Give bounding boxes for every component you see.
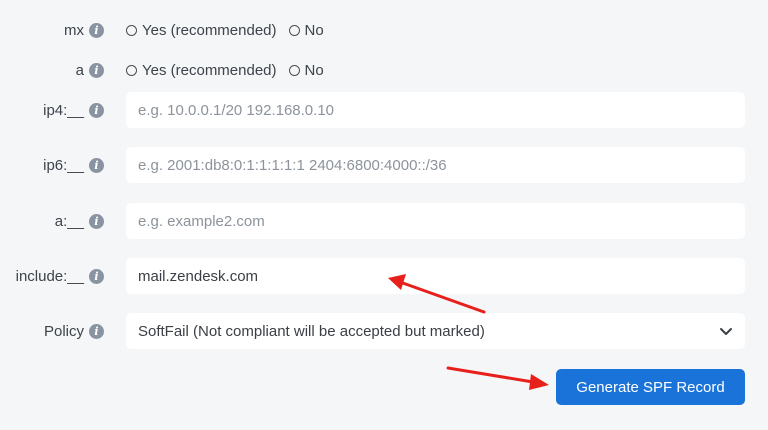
a-yes-radio[interactable]: Yes (recommended) (126, 62, 277, 79)
chevron-down-icon (720, 328, 732, 335)
mx-radio-group: Yes (recommended) No (126, 22, 745, 39)
annotation-arrow-icon (388, 274, 486, 314)
mx-row: mx i Yes (recommended) No (0, 18, 768, 42)
mx-label: mx i (0, 22, 104, 39)
ip4-field-wrap (126, 92, 745, 128)
ip6-input[interactable] (126, 147, 745, 183)
info-icon[interactable]: i (89, 62, 104, 78)
info-icon[interactable]: i (89, 213, 104, 229)
mx-no-radio[interactable]: No (288, 22, 324, 39)
ip4-label: ip4:__ i (0, 102, 104, 119)
spf-generator-form: mx i Yes (recommended) No a i Yes (recom… (0, 0, 768, 430)
radio-circle-icon[interactable] (288, 24, 300, 36)
policy-label: Policy i (0, 323, 104, 340)
a-label: a i (0, 62, 104, 79)
radio-circle-icon[interactable] (126, 24, 137, 36)
ip6-field-wrap (126, 147, 745, 183)
generate-spf-record-button[interactable]: Generate SPF Record (556, 369, 745, 405)
ip4-row: ip4:__ i (0, 92, 768, 128)
a-row: a i Yes (recommended) No (0, 58, 768, 82)
a-mechanism-row: a:__ i (0, 203, 768, 239)
ip6-row: ip6:__ i (0, 147, 768, 183)
ip6-label: ip6:__ i (0, 157, 104, 174)
info-icon[interactable]: i (89, 102, 104, 118)
policy-selected-value: SoftFail (Not compliant will be accepted… (138, 322, 485, 340)
policy-field-wrap: SoftFail (Not compliant will be accepted… (126, 313, 745, 349)
annotation-arrow-icon (446, 366, 549, 390)
radio-circle-icon[interactable] (126, 64, 137, 76)
radio-circle-icon[interactable] (288, 64, 300, 76)
info-icon[interactable]: i (89, 323, 104, 339)
a-radio-group: Yes (recommended) No (126, 62, 745, 79)
mx-yes-radio[interactable]: Yes (recommended) (126, 22, 277, 39)
policy-row: Policy i SoftFail (Not compliant will be… (0, 313, 768, 349)
info-icon[interactable]: i (89, 22, 104, 38)
policy-select[interactable]: SoftFail (Not compliant will be accepted… (126, 313, 745, 349)
a-mechanism-input[interactable] (126, 203, 745, 239)
ip4-input[interactable] (126, 92, 745, 128)
a-no-radio[interactable]: No (288, 62, 324, 79)
a-mechanism-field-wrap (126, 203, 745, 239)
info-icon[interactable]: i (89, 157, 104, 173)
a-mechanism-label: a:__ i (0, 213, 104, 230)
include-label: include:__ i (0, 268, 104, 285)
info-icon[interactable]: i (89, 268, 104, 284)
